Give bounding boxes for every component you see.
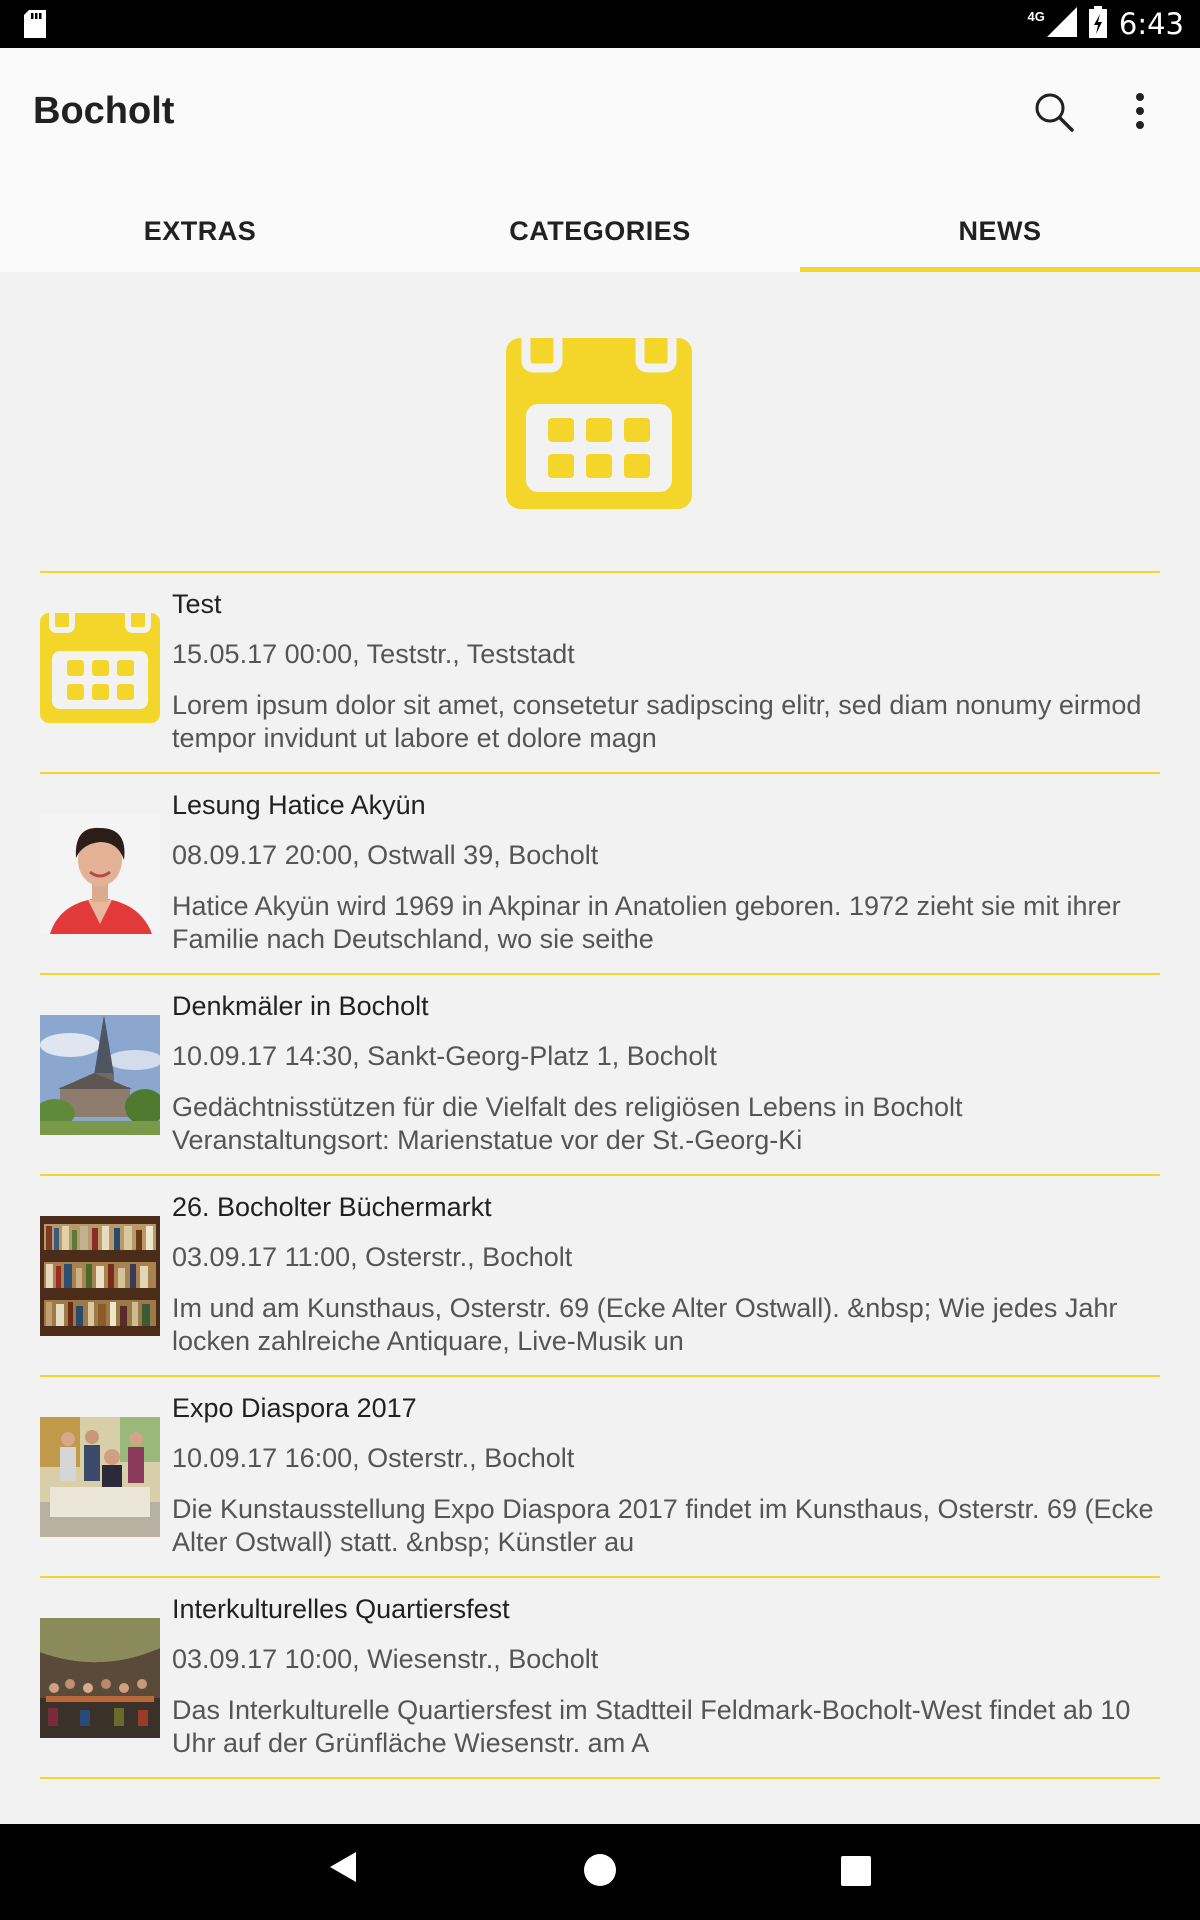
app-title: Bocholt xyxy=(33,90,175,132)
calendar-icon xyxy=(506,338,692,514)
battery-charging-icon xyxy=(1088,5,1107,43)
signal-icon xyxy=(1046,6,1077,42)
list-item[interactable]: Interkulturelles Quartiersfest 03.09.17 … xyxy=(40,1578,1160,1777)
portrait-photo xyxy=(40,814,160,934)
network-type: 4G xyxy=(1027,8,1045,24)
list-item[interactable]: Lesung Hatice Akyün 08.09.17 20:00, Ostw… xyxy=(40,774,1160,973)
festival-tent-photo xyxy=(40,1618,160,1738)
event-meta: 03.09.17 10:00, Wiesenstr., Bocholt xyxy=(172,1644,599,1674)
event-title: 26. Bocholter Büchermarkt xyxy=(172,1192,492,1222)
event-description: Gedächtnisstützen für die Vielfalt des r… xyxy=(172,1092,963,1155)
event-description: Hatice Akyün wird 1969 in Akpinar in Ana… xyxy=(172,891,1121,954)
calendar-icon xyxy=(40,613,160,733)
event-description: Im und am Kunsthaus, Osterstr. 69 (Ecke … xyxy=(172,1293,1118,1356)
tab-extras[interactable]: EXTRAS xyxy=(0,190,400,272)
event-meta: 10.09.17 14:30, Sankt-Georg-Platz 1, Boc… xyxy=(172,1041,717,1071)
event-meta: 08.09.17 20:00, Ostwall 39, Bocholt xyxy=(172,840,599,870)
event-meta: 15.05.17 00:00, Teststr., Teststadt xyxy=(172,639,575,669)
list-item[interactable]: Expo Diaspora 2017 10.09.17 16:00, Oster… xyxy=(40,1377,1160,1576)
app-bar: Bocholt EXTRAS CATEGORIES NEWS xyxy=(0,48,1200,272)
event-list: Test 15.05.17 00:00, Teststr., Teststadt… xyxy=(40,571,1160,1779)
tab-categories[interactable]: CATEGORIES xyxy=(400,190,800,272)
event-title: Lesung Hatice Akyün xyxy=(172,790,426,820)
event-title: Interkulturelles Quartiersfest xyxy=(172,1594,510,1624)
group-photo xyxy=(40,1417,160,1537)
list-item[interactable]: Test 15.05.17 00:00, Teststr., Teststadt… xyxy=(40,573,1160,772)
divider xyxy=(40,1777,1160,1779)
tab-bar: EXTRAS CATEGORIES NEWS xyxy=(0,190,1200,272)
event-title: Denkmäler in Bocholt xyxy=(172,991,429,1021)
event-description: Das Interkulturelle Quartiersfest im Sta… xyxy=(172,1695,1131,1758)
event-title: Expo Diaspora 2017 xyxy=(172,1393,417,1423)
list-item[interactable]: 26. Bocholter Büchermarkt 03.09.17 11:00… xyxy=(40,1176,1160,1375)
list-item[interactable]: Denkmäler in Bocholt 10.09.17 14:30, San… xyxy=(40,975,1160,1174)
bookshelf-photo xyxy=(40,1216,160,1336)
back-icon[interactable] xyxy=(328,1850,358,1889)
event-meta: 03.09.17 11:00, Osterstr., Bocholt xyxy=(172,1242,573,1272)
tab-news[interactable]: NEWS xyxy=(800,190,1200,272)
event-title: Test xyxy=(172,589,222,619)
event-description: Die Kunstausstellung Expo Diaspora 2017 … xyxy=(172,1494,1154,1557)
clock: 6:43 xyxy=(1118,7,1184,41)
status-bar: 4G 6:43 xyxy=(0,0,1200,48)
recents-icon[interactable] xyxy=(841,1856,871,1891)
search-icon[interactable] xyxy=(1030,88,1080,138)
home-icon[interactable] xyxy=(584,1854,616,1891)
news-content[interactable]: Test 15.05.17 00:00, Teststr., Teststadt… xyxy=(0,272,1200,1824)
event-description: Lorem ipsum dolor sit amet, consetetur s… xyxy=(172,690,1142,753)
church-photo xyxy=(40,1015,160,1135)
navigation-bar xyxy=(0,1824,1200,1920)
overflow-menu-icon[interactable] xyxy=(1120,88,1160,138)
sd-card-icon xyxy=(24,10,46,43)
event-meta: 10.09.17 16:00, Osterstr., Bocholt xyxy=(172,1443,575,1473)
